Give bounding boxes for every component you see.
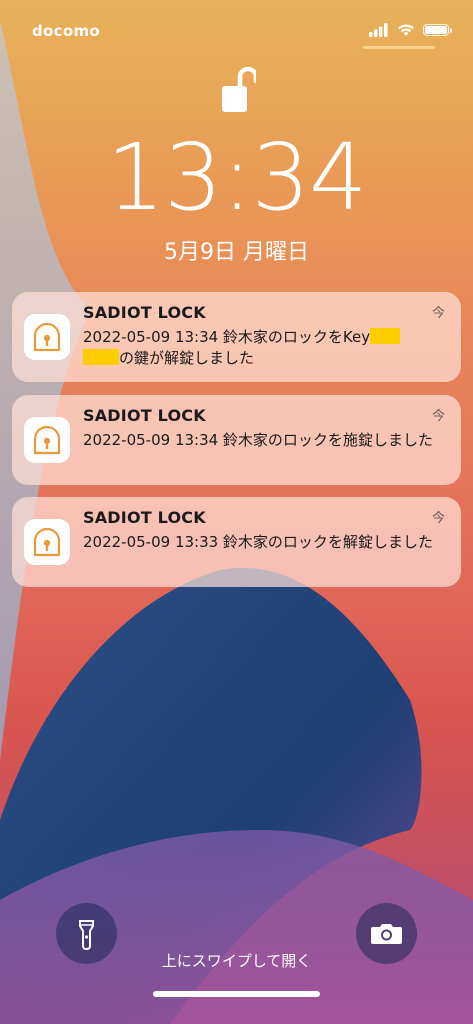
clock-date: 5月9日 月曜日 [164, 240, 309, 265]
swipe-to-open-label: 上にスワイプして開く [161, 952, 312, 970]
notification-card[interactable]: SADIOT LOCK 今 2022-05-09 13:33 鈴木家のロックを解… [12, 497, 461, 587]
unlocked-padlock-icon [222, 66, 256, 112]
home-indicator[interactable] [153, 991, 320, 997]
notification-message: 2022-05-09 13:34 鈴木家のロックをKey の鍵が解錠しました [83, 327, 448, 369]
notification-time: 今 [431, 511, 445, 526]
carrier-label: docomo [32, 22, 100, 40]
sadiot-lock-app-icon [24, 314, 70, 360]
sadiot-lock-app-icon [24, 417, 70, 463]
clock-time: 13:34 [106, 124, 367, 231]
signal-icon [369, 23, 388, 37]
notification-app-name: SADIOT LOCK [83, 406, 206, 425]
status-indicator-bar [363, 46, 435, 49]
redacted-name [370, 328, 401, 344]
wifi-icon [398, 24, 414, 36]
lock-screen: docomo 13:34 5月9日 月曜日 SADIOT LOCK 今 2022… [0, 0, 473, 1024]
notification-card[interactable]: SADIOT LOCK 今 2022-05-09 13:34 鈴木家のロックを施… [12, 395, 461, 485]
sadiot-lock-app-icon [24, 519, 70, 565]
status-bar: docomo [0, 20, 473, 44]
redacted-name [83, 349, 119, 365]
notification-message: 2022-05-09 13:33 鈴木家のロックを解錠しました [83, 533, 433, 551]
battery-icon [423, 24, 452, 36]
notification-app-name: SADIOT LOCK [83, 303, 206, 322]
notification-message: 2022-05-09 13:34 鈴木家のロックを施錠しました [83, 431, 433, 449]
notification-time: 今 [431, 409, 445, 424]
keyhole-icon [33, 322, 61, 352]
keyhole-icon [33, 527, 61, 557]
notification-time: 今 [431, 306, 445, 321]
notification-app-name: SADIOT LOCK [83, 508, 206, 527]
keyhole-icon [33, 425, 61, 455]
notification-message-part1: 2022-05-09 13:34 鈴木家のロックをKey [83, 328, 371, 346]
notification-card[interactable]: SADIOT LOCK 今 2022-05-09 13:34 鈴木家のロックをK… [12, 292, 461, 382]
notification-message-part2: の鍵が解錠しました [119, 349, 255, 367]
